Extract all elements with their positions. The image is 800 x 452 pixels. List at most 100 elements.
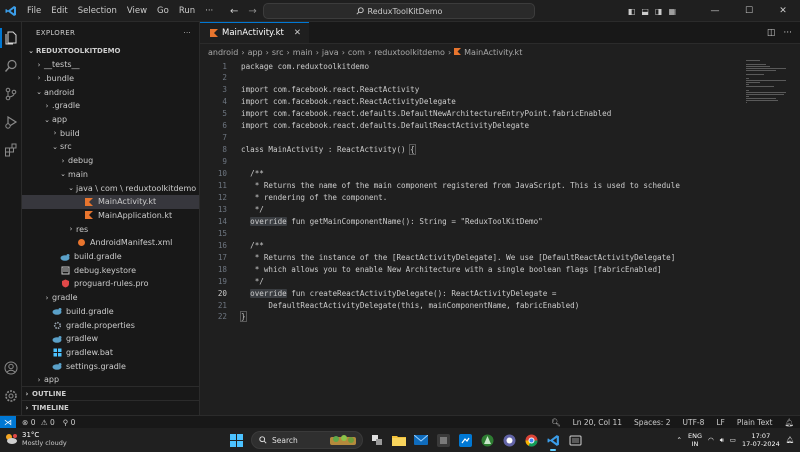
tree-file[interactable]: MainApplication.kt <box>22 208 199 222</box>
vscode-taskbar-icon[interactable] <box>545 432 561 451</box>
tree-folder[interactable]: › gradle <box>22 291 199 305</box>
explorer-icon[interactable] <box>3 30 19 46</box>
close-icon[interactable]: ✕ <box>766 0 800 22</box>
weather-cloud-icon <box>6 434 17 444</box>
tree-file[interactable]: MainActivity.kt <box>22 194 199 209</box>
task-view-icon[interactable] <box>369 432 385 448</box>
minimap[interactable] <box>746 60 786 103</box>
tree-file[interactable]: build.gradle <box>22 250 199 264</box>
battery-icon[interactable]: ▭ <box>730 436 736 444</box>
split-editor-icon[interactable]: ◫ <box>767 28 776 38</box>
end-of-line[interactable]: LF <box>716 418 725 427</box>
breadcrumb-item[interactable]: MainActivity.kt <box>464 48 522 57</box>
extensions-icon[interactable] <box>3 142 19 158</box>
breadcrumb-item[interactable]: app <box>248 48 263 57</box>
language-indicator[interactable]: ENG IN <box>688 432 702 448</box>
breadcrumb-item[interactable]: src <box>272 48 284 57</box>
tree-file[interactable]: proguard-rules.pro <box>22 277 199 291</box>
lang-region: IN <box>691 440 699 448</box>
tree-file[interactable]: settings.gradle <box>22 359 199 373</box>
forward-arrow-icon[interactable]: → <box>248 6 256 17</box>
menu-go[interactable]: Go <box>152 0 174 22</box>
clock-date: 17-07-2024 <box>741 440 780 448</box>
file-explorer-icon[interactable] <box>391 432 407 448</box>
outline-section[interactable]: › OUTLINE <box>22 386 199 400</box>
tree-folder[interactable]: ⌄ java \ com \ reduxtoolkitdemo <box>22 181 199 195</box>
chrome-icon[interactable] <box>523 432 539 448</box>
indentation[interactable]: Spaces: 2 <box>634 418 670 427</box>
toggle-sidebar-icon[interactable]: ◧ <box>628 7 636 16</box>
breadcrumb-item[interactable]: reduxtoolkitdemo <box>374 48 445 57</box>
tree-folder[interactable]: › app <box>22 373 199 387</box>
tree-file[interactable]: gradlew <box>22 332 199 346</box>
minimize-icon[interactable]: — <box>698 0 732 22</box>
tree-folder[interactable]: › build <box>22 126 199 140</box>
photos-icon[interactable] <box>501 432 517 448</box>
explorer-more-button[interactable]: ··· <box>183 29 191 37</box>
windows-start-icon[interactable] <box>227 431 245 449</box>
notification-bell-icon[interactable]: 🔔︎ <box>786 436 794 444</box>
tree-folder[interactable]: › debug <box>22 154 199 168</box>
volume-icon[interactable]: 🔊︎ <box>720 436 724 445</box>
tree-file[interactable]: gradlew.bat <box>22 345 199 359</box>
code-line: 19 */ <box>200 275 800 287</box>
tree-folder[interactable]: ⌄ src <box>22 140 199 154</box>
toggle-panel-icon[interactable]: ⬓ <box>641 7 649 16</box>
breadcrumb-item[interactable]: android <box>208 48 238 57</box>
breadcrumb-item[interactable]: main <box>293 48 313 57</box>
problems-indicator[interactable]: ⊗ 0 ⚠ 0 <box>22 418 55 427</box>
toggle-secondary-sidebar-icon[interactable]: ◨ <box>655 7 663 16</box>
run-debug-icon[interactable] <box>3 114 19 130</box>
tree-folder[interactable]: ⌄ android <box>22 85 199 99</box>
store-icon[interactable] <box>457 432 473 448</box>
back-arrow-icon[interactable]: ← <box>230 6 238 17</box>
more-actions-icon[interactable]: ··· <box>783 28 792 38</box>
tree-folder[interactable]: › res <box>22 222 199 236</box>
tree-file[interactable]: gradle.properties <box>22 318 199 332</box>
customize-layout-icon[interactable]: ▦ <box>668 7 676 16</box>
tab-close-icon[interactable]: ✕ <box>294 28 301 38</box>
remote-icon[interactable]: ⋊ <box>0 415 16 429</box>
menu-view[interactable]: View <box>122 0 152 22</box>
zoom-icon[interactable]: 🔍︎ <box>551 418 561 427</box>
breadcrumb-item[interactable]: com <box>348 48 365 57</box>
dark-app-icon[interactable] <box>435 432 451 448</box>
source-control-icon[interactable] <box>3 86 19 102</box>
menu-selection[interactable]: Selection <box>73 0 122 22</box>
ports-indicator[interactable]: ⚲ 0 <box>63 418 76 427</box>
cursor-position[interactable]: Ln 20, Col 11 <box>573 418 622 427</box>
tab-mainactivity[interactable]: MainActivity.kt ✕ <box>200 22 309 43</box>
tree-file[interactable]: AndroidManifest.xml <box>22 236 199 250</box>
encoding[interactable]: UTF-8 <box>683 418 705 427</box>
menu-edit[interactable]: Edit <box>46 0 72 22</box>
taskbar-search[interactable]: Search <box>251 431 363 449</box>
weather-widget[interactable]: 31°C Mostly cloudy <box>4 431 67 447</box>
menu-more[interactable]: ··· <box>200 0 218 22</box>
tree-folder[interactable]: ⌄ app <box>22 113 199 127</box>
command-center-search[interactable]: ReduxToolKitDemo <box>263 3 535 19</box>
settings-gear-icon[interactable] <box>3 388 19 404</box>
mail-icon[interactable] <box>413 432 429 448</box>
timeline-section[interactable]: › TIMELINE <box>22 400 199 414</box>
wifi-icon[interactable]: ◠ <box>708 436 714 444</box>
menu-file[interactable]: File <box>22 0 46 22</box>
tree-folder[interactable]: ⌄ main <box>22 167 199 181</box>
tray-chevron-up-icon[interactable]: ⌃ <box>677 436 682 444</box>
tree-folder[interactable]: ⌄ REDUXTOOLKITDEMO <box>22 44 199 58</box>
breadcrumb-item[interactable]: java <box>322 48 339 57</box>
menu-run[interactable]: Run <box>174 0 200 22</box>
language-mode[interactable]: Plain Text <box>737 418 773 427</box>
clock[interactable]: 17:07 17-07-2024 <box>742 432 780 448</box>
tree-file[interactable]: build.gradle <box>22 304 199 318</box>
notifications-bell-icon[interactable]: 🔔︎ <box>784 418 794 427</box>
account-icon[interactable] <box>3 360 19 376</box>
kotlin-file-icon <box>84 211 94 220</box>
tree-folder[interactable]: › __tests__ <box>22 58 199 72</box>
maximize-icon[interactable]: ☐ <box>732 0 766 22</box>
emulator-icon[interactable] <box>567 432 583 448</box>
android-studio-icon[interactable] <box>479 432 495 448</box>
tree-folder[interactable]: › .bundle <box>22 71 199 85</box>
tree-file[interactable]: debug.keystore <box>22 263 199 277</box>
search-icon[interactable] <box>3 58 19 74</box>
tree-folder[interactable]: › .gradle <box>22 99 199 113</box>
